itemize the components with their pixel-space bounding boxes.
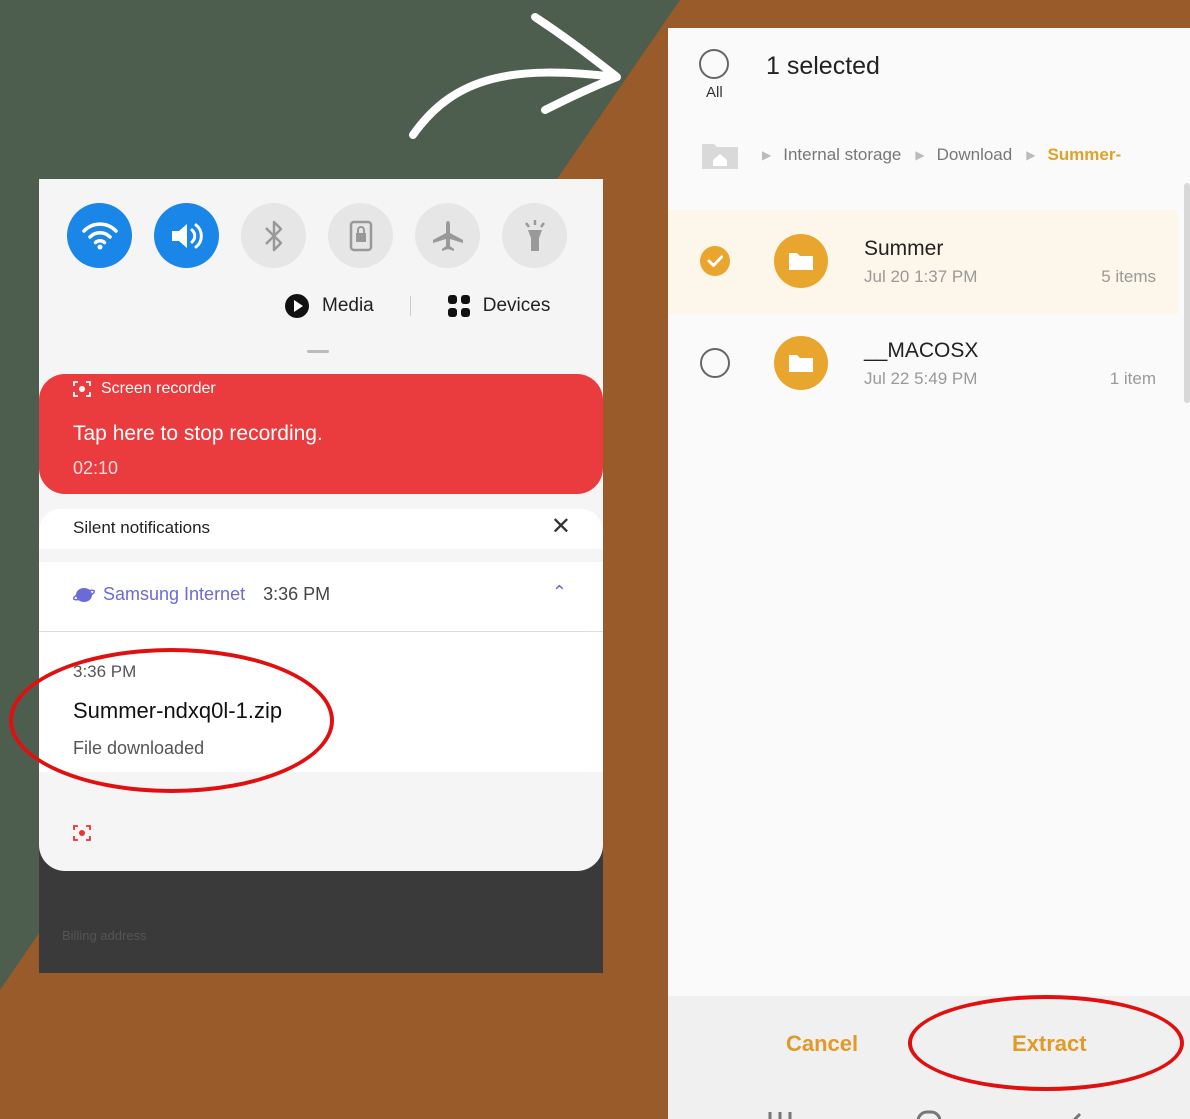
item-checkbox[interactable]	[700, 246, 730, 276]
devices-label: Devices	[482, 295, 551, 316]
media-button[interactable]: Media	[284, 293, 374, 319]
recorder-elapsed: 02:10	[73, 458, 119, 478]
highlight-circle-download	[9, 648, 334, 793]
breadcrumb-separator-icon: ▶	[1026, 148, 1036, 162]
list-item[interactable]: __MACOSX Jul 22 5:49 PM 1 item	[668, 312, 1178, 416]
flashlight-toggle[interactable]	[502, 203, 567, 268]
item-date: Jul 20 1:37 PM	[864, 267, 978, 286]
home-icon[interactable]	[700, 140, 740, 170]
check-icon	[707, 255, 723, 267]
breadcrumb-separator-icon: ▶	[762, 148, 772, 162]
close-icon[interactable]: ✕	[551, 512, 571, 541]
recorder-title: Tap here to stop recording.	[73, 422, 323, 445]
divider	[409, 296, 411, 316]
breadcrumb-download[interactable]: Download	[937, 145, 1013, 165]
select-all-label: All	[706, 84, 723, 101]
item-name: __MACOSX	[864, 339, 979, 362]
devices-grid-icon	[447, 295, 470, 317]
selection-count: 1 selected	[766, 52, 880, 80]
item-date: Jul 22 5:49 PM	[864, 369, 978, 388]
select-all-radio[interactable]	[699, 49, 729, 79]
media-label: Media	[322, 295, 374, 316]
drag-handle[interactable]	[307, 350, 329, 353]
scrollbar[interactable]	[1184, 183, 1190, 403]
breadcrumb-separator-icon: ▶	[915, 148, 925, 162]
item-count: 5 items	[1101, 267, 1156, 286]
wifi-toggle[interactable]	[67, 203, 132, 268]
list-item[interactable]: Summer Jul 20 1:37 PM 5 items	[668, 210, 1178, 314]
sound-icon	[171, 223, 203, 248]
flashlight-icon	[524, 219, 545, 251]
back-icon[interactable]	[1068, 1112, 1082, 1119]
folder-icon	[774, 234, 828, 288]
bluetooth-toggle[interactable]	[241, 203, 306, 268]
background-page-text: Billing address	[62, 928, 147, 943]
devices-button[interactable]: Devices	[447, 294, 551, 318]
file-manager-screen: All 1 selected ▶ Internal storage ▶ Down…	[668, 28, 1190, 1119]
item-checkbox[interactable]	[700, 348, 730, 378]
samsung-internet-icon	[73, 587, 95, 602]
screen-lock-icon	[349, 220, 372, 251]
quick-settings-row	[67, 203, 567, 268]
pointer-arrow-icon	[409, 13, 621, 139]
item-count: 1 item	[1109, 369, 1156, 388]
breadcrumb-internal-storage[interactable]: Internal storage	[783, 145, 901, 165]
chevron-up-icon[interactable]: ⌃	[552, 582, 567, 603]
airplane-mode-toggle[interactable]	[415, 203, 480, 268]
breadcrumb-current[interactable]: Summer-	[1047, 145, 1121, 165]
samsung-internet-notification-header[interactable]: Samsung Internet 3:36 PM ⌃	[39, 562, 603, 632]
app-name: Samsung Internet	[103, 584, 246, 604]
screen-recorder-notification[interactable]: Screen recorder Tap here to stop recordi…	[39, 374, 603, 494]
highlight-circle-extract	[908, 995, 1184, 1091]
screen-lock-toggle[interactable]	[328, 203, 393, 268]
home-nav-icon[interactable]	[916, 1110, 942, 1119]
silent-notifications-label: Silent notifications	[73, 518, 211, 537]
recorder-label: Screen recorder	[101, 380, 216, 397]
screen-record-icon	[73, 381, 91, 397]
media-devices-row: Media Devices	[284, 293, 550, 319]
app-info: Samsung Internet 3:36 PM	[73, 584, 330, 605]
silent-notifications-header: Silent notifications ✕	[39, 509, 603, 549]
recorder-header: Screen recorder	[73, 380, 216, 398]
bluetooth-icon	[264, 220, 282, 251]
breadcrumb: ▶ Internal storage ▶ Download ▶ Summer-	[700, 140, 1135, 170]
cancel-button[interactable]: Cancel	[780, 1030, 864, 1058]
airplane-mode-icon	[432, 220, 463, 251]
folder-icon	[774, 336, 828, 390]
screen-record-small-icon	[73, 825, 91, 844]
wifi-icon	[81, 221, 118, 249]
play-icon	[285, 294, 309, 318]
recent-apps-icon[interactable]	[768, 1112, 792, 1119]
navigation-bar	[768, 1110, 1082, 1119]
notification-time: 3:36 PM	[263, 584, 331, 604]
sound-toggle[interactable]	[154, 203, 219, 268]
item-name: Summer	[864, 237, 944, 260]
